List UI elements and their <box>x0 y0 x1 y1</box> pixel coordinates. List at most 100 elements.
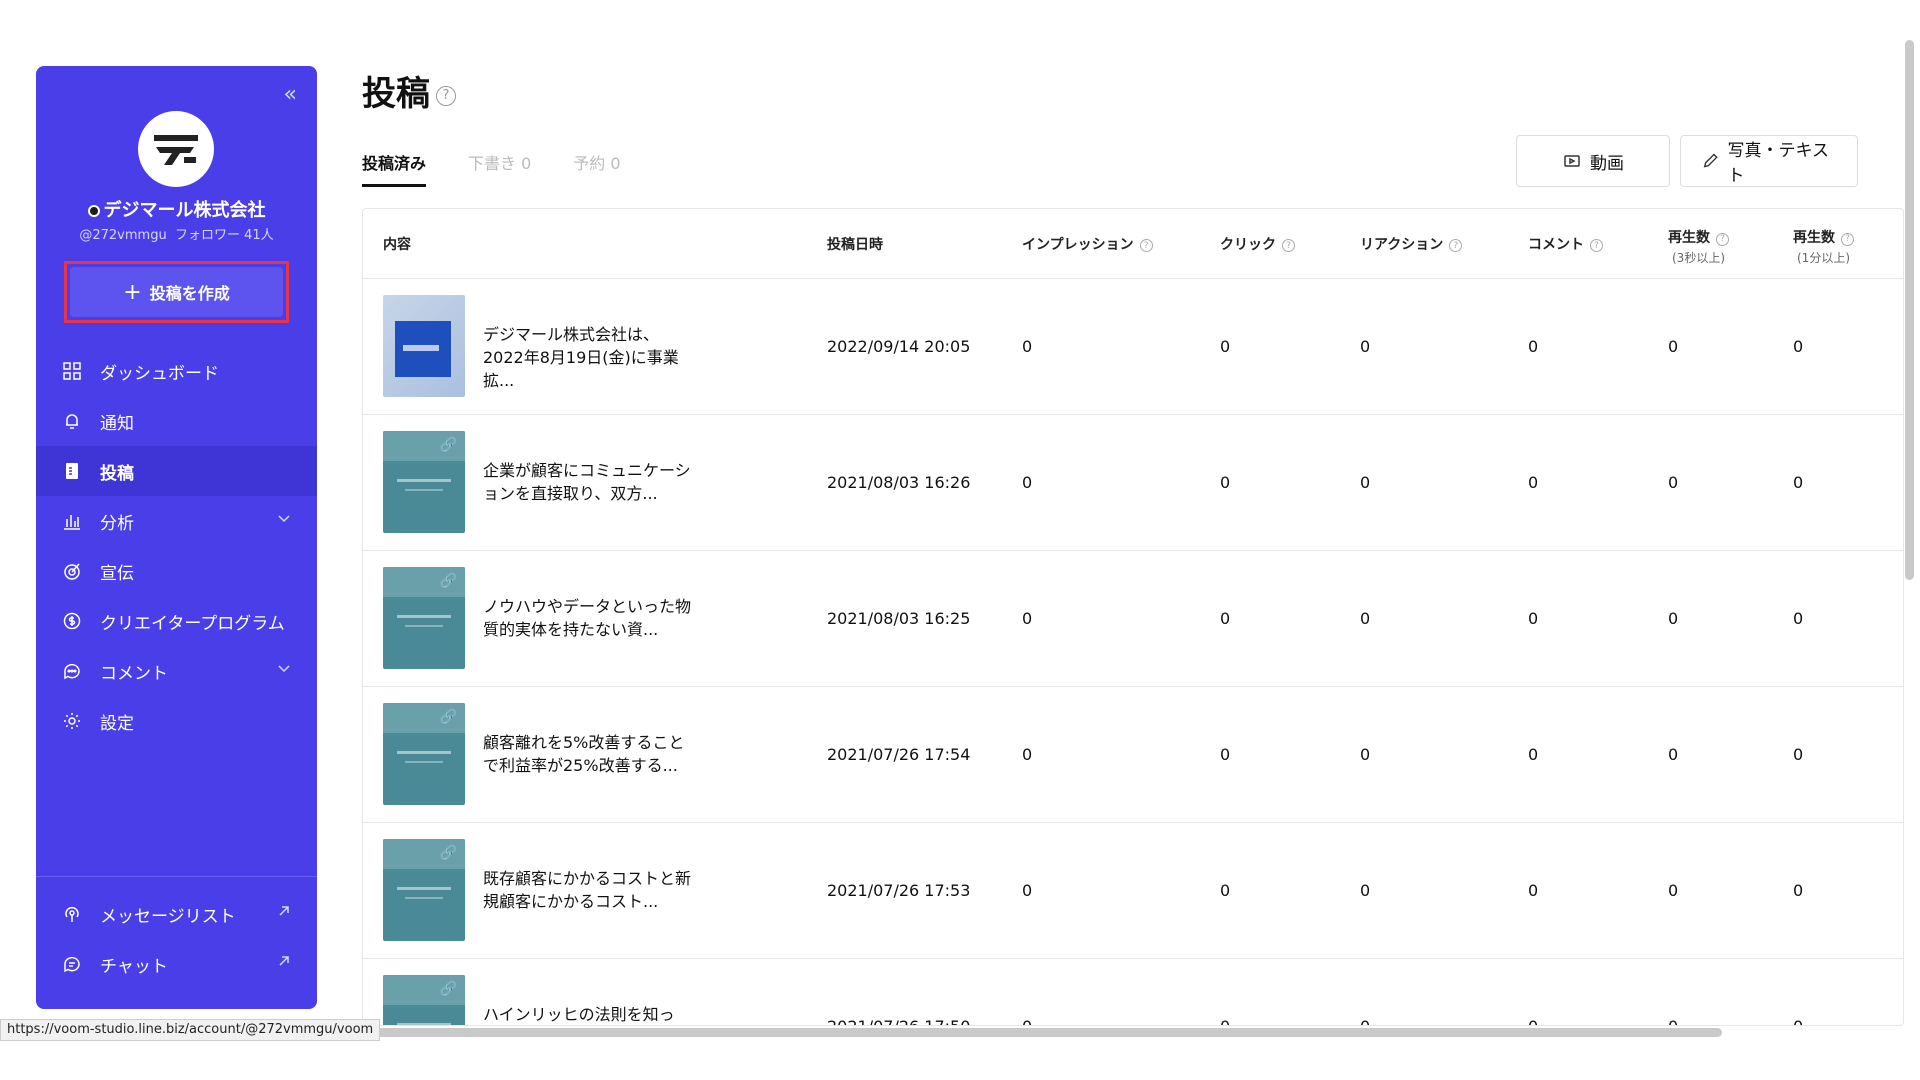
post-tabs: 投稿済み 下書き 0 予約 0 <box>362 150 621 187</box>
posts-table: 内容 投稿日時 インプレッション? クリック? リアクション? コメント? 再生… <box>362 208 1904 1026</box>
column-plays-1m: 再生数? (1分以上) <box>1793 227 1854 266</box>
plus-icon: + <box>123 279 142 305</box>
chat-icon <box>62 954 82 974</box>
impressions-value: 0 <box>1022 337 1033 356</box>
post-thumbnail: 🔗 <box>383 431 465 533</box>
plays-1m-value: 0 <box>1793 745 1804 764</box>
column-content: 内容 <box>383 236 411 253</box>
column-reactions: リアクション? <box>1360 234 1463 254</box>
clicks-value: 0 <box>1220 881 1231 900</box>
post-title: 顧客離れを5%改善することで利益率が25%改善する... <box>483 733 685 775</box>
clicks-value: 0 <box>1220 745 1231 764</box>
vertical-scrollbar[interactable] <box>1905 40 1914 580</box>
sidebar-item-settings[interactable]: 設定 <box>36 696 317 746</box>
plays-3s-value: 0 <box>1668 1017 1678 1025</box>
bar-chart-icon <box>62 511 82 531</box>
sidebar-nav: ダッシュボード 通知 投稿 分析 宣伝 クリエイタープログラム コメント 設定 <box>36 346 317 746</box>
table-row[interactable]: 🔗 顧客離れを5%改善することで利益率が25%改善する... 2021/07/2… <box>363 687 1903 823</box>
table-row[interactable]: デジマール株式会社は、2022年8月19日(金)に事業拡... 2022/09/… <box>363 279 1903 415</box>
account-handle: @272vmmgu <box>79 228 167 243</box>
post-date: 2022/09/14 20:05 <box>827 337 971 356</box>
collapse-sidebar-icon[interactable]: « <box>284 82 297 107</box>
sidebar-item-comments[interactable]: コメント <box>36 646 317 696</box>
help-icon[interactable]: ? <box>436 85 456 106</box>
plays-1m-value: 0 <box>1793 609 1804 628</box>
post-title: 企業が顧客にコミュニケーションを直接取り、双方... <box>483 461 691 503</box>
horizontal-scrollbar[interactable] <box>370 1028 1722 1037</box>
gear-icon <box>62 711 82 731</box>
comments-value: 0 <box>1528 609 1539 628</box>
sidebar-item-posts[interactable]: 投稿 <box>36 446 317 496</box>
create-post-button[interactable]: + 投稿を作成 <box>70 267 283 317</box>
post-title: デジマール株式会社は、2022年8月19日(金)に事業拡... <box>483 325 679 390</box>
reactions-value: 0 <box>1360 609 1371 628</box>
coin-icon <box>62 611 82 631</box>
sidebar-item-analytics[interactable]: 分析 <box>36 496 317 546</box>
chevron-down-icon[interactable] <box>277 511 291 525</box>
sidebar-bottom-nav: メッセージリスト チャット <box>36 876 317 989</box>
sidebar-item-promotion[interactable]: 宣伝 <box>36 546 317 596</box>
external-link-icon <box>279 906 289 916</box>
tab-scheduled[interactable]: 予約 0 <box>573 150 620 187</box>
post-actions: 動画 写真・テキスト <box>1516 135 1858 187</box>
tab-drafts[interactable]: 下書き 0 <box>468 150 531 187</box>
impressions-value: 0 <box>1022 1017 1032 1025</box>
table-row[interactable]: 🔗 ノウハウやデータといった物質的実体を持たない資... 2021/08/03 … <box>363 551 1903 687</box>
reactions-value: 0 <box>1360 337 1371 356</box>
table-row[interactable]: 🔗 企業が顧客にコミュニケーションを直接取り、双方... 2021/08/03 … <box>363 415 1903 551</box>
help-icon[interactable]: ? <box>1716 232 1729 246</box>
impressions-value: 0 <box>1022 745 1033 764</box>
post-title: ハインリッヒの法則を知っ <box>483 1005 675 1024</box>
plays-1m-value: 0 <box>1793 473 1804 492</box>
sidebar-item-chat[interactable]: チャット <box>36 939 317 989</box>
plays-3s-value: 0 <box>1668 473 1679 492</box>
avatar[interactable] <box>138 111 214 187</box>
follower-count: フォロワー 41人 <box>174 228 274 243</box>
post-thumbnail: 🔗 <box>383 839 465 941</box>
comments-value: 0 <box>1528 881 1539 900</box>
link-icon: 🔗 <box>439 437 457 453</box>
grid-icon <box>62 361 82 381</box>
plays-1m-value: 0 <box>1793 881 1804 900</box>
photo-text-post-button[interactable]: 写真・テキスト <box>1680 135 1858 187</box>
post-date: 2021/07/26 17:50 <box>827 1017 970 1025</box>
reactions-value: 0 <box>1360 473 1371 492</box>
sidebar: « デジマール株式会社 @272vmmgu フォロワー 41人 + 投稿を作成 … <box>36 66 317 1009</box>
reactions-value: 0 <box>1360 1017 1370 1025</box>
post-title: 既存顧客にかかるコストと新規顧客にかかるコスト... <box>483 869 692 911</box>
sidebar-item-message-list[interactable]: メッセージリスト <box>36 889 317 939</box>
table-header: 内容 投稿日時 インプレッション? クリック? リアクション? コメント? 再生… <box>363 209 1903 279</box>
help-icon[interactable]: ? <box>1841 232 1854 246</box>
sidebar-item-notifications[interactable]: 通知 <box>36 396 317 446</box>
tab-published[interactable]: 投稿済み <box>362 150 427 187</box>
impressions-value: 0 <box>1022 881 1033 900</box>
help-icon[interactable]: ? <box>1282 239 1295 252</box>
video-post-button[interactable]: 動画 <box>1516 135 1670 187</box>
table-row[interactable]: 🔗 ハインリッヒの法則を知っ 2021/07/26 17:50 0 0 0 0 … <box>363 959 1903 1025</box>
comments-value: 0 <box>1528 337 1539 356</box>
plays-1m-value: 0 <box>1793 337 1804 356</box>
reactions-value: 0 <box>1360 745 1371 764</box>
help-icon[interactable]: ? <box>1139 239 1153 252</box>
post-date: 2021/07/26 17:53 <box>827 881 971 900</box>
target-icon <box>62 561 82 581</box>
comment-icon <box>62 661 82 681</box>
column-plays-3s: 再生数? (3秒以上) <box>1668 227 1729 266</box>
help-icon[interactable]: ? <box>1590 239 1603 252</box>
plays-3s-value: 0 <box>1668 881 1679 900</box>
sidebar-item-dashboard[interactable]: ダッシュボード <box>36 346 317 396</box>
post-thumbnail: 🔗 <box>383 703 465 805</box>
link-icon: 🔗 <box>439 981 457 997</box>
post-date: 2021/08/03 16:25 <box>827 609 971 628</box>
sidebar-item-creator-program[interactable]: クリエイタープログラム <box>36 596 317 646</box>
comments-value: 0 <box>1528 1017 1538 1025</box>
table-row[interactable]: 🔗 既存顧客にかかるコストと新規顧客にかかるコスト... 2021/07/26 … <box>363 823 1903 959</box>
plays-3s-value: 0 <box>1668 337 1679 356</box>
help-icon[interactable]: ? <box>1449 239 1463 252</box>
comments-value: 0 <box>1528 473 1539 492</box>
clicks-value: 0 <box>1220 1017 1230 1025</box>
chevron-down-icon[interactable] <box>277 661 291 675</box>
status-bar-url: https://voom-studio.line.biz/account/@27… <box>0 1019 381 1041</box>
post-title: ノウハウやデータといった物質的実体を持たない資... <box>483 597 692 639</box>
account-name: デジマール株式会社 <box>36 196 317 222</box>
